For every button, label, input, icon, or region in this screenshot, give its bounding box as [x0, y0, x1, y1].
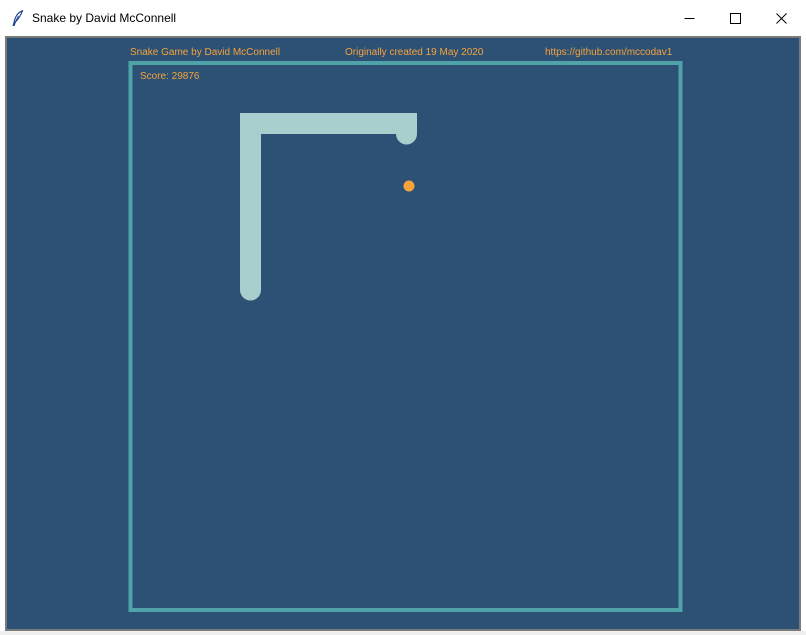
app-window: Snake by David McConnell Snake Game by D… [0, 0, 806, 635]
minimize-icon [684, 17, 694, 19]
window-bottom-edge [0, 631, 806, 635]
close-icon [775, 12, 787, 24]
header-link[interactable]: https://github.com/mccodav1 [545, 47, 673, 58]
feather-icon [12, 10, 24, 26]
close-button[interactable] [758, 0, 804, 36]
header-author: Snake Game by David McConnell [130, 47, 280, 58]
title-bar[interactable]: Snake by David McConnell [0, 0, 806, 36]
minimize-button[interactable] [666, 0, 712, 36]
snake-body [240, 113, 417, 301]
header-date: Originally created 19 May 2020 [345, 47, 484, 58]
score-label: Score: 29876 [140, 71, 200, 82]
window-title: Snake by David McConnell [32, 11, 177, 25]
playfield-border [128, 61, 683, 612]
maximize-icon [729, 12, 741, 24]
maximize-button[interactable] [712, 0, 758, 36]
snake [240, 113, 417, 301]
game-canvas[interactable]: Snake Game by David McConnell Originally… [5, 36, 801, 631]
food-pellet [403, 180, 415, 192]
game-area: Snake Game by David McConnell Originally… [128, 47, 683, 612]
